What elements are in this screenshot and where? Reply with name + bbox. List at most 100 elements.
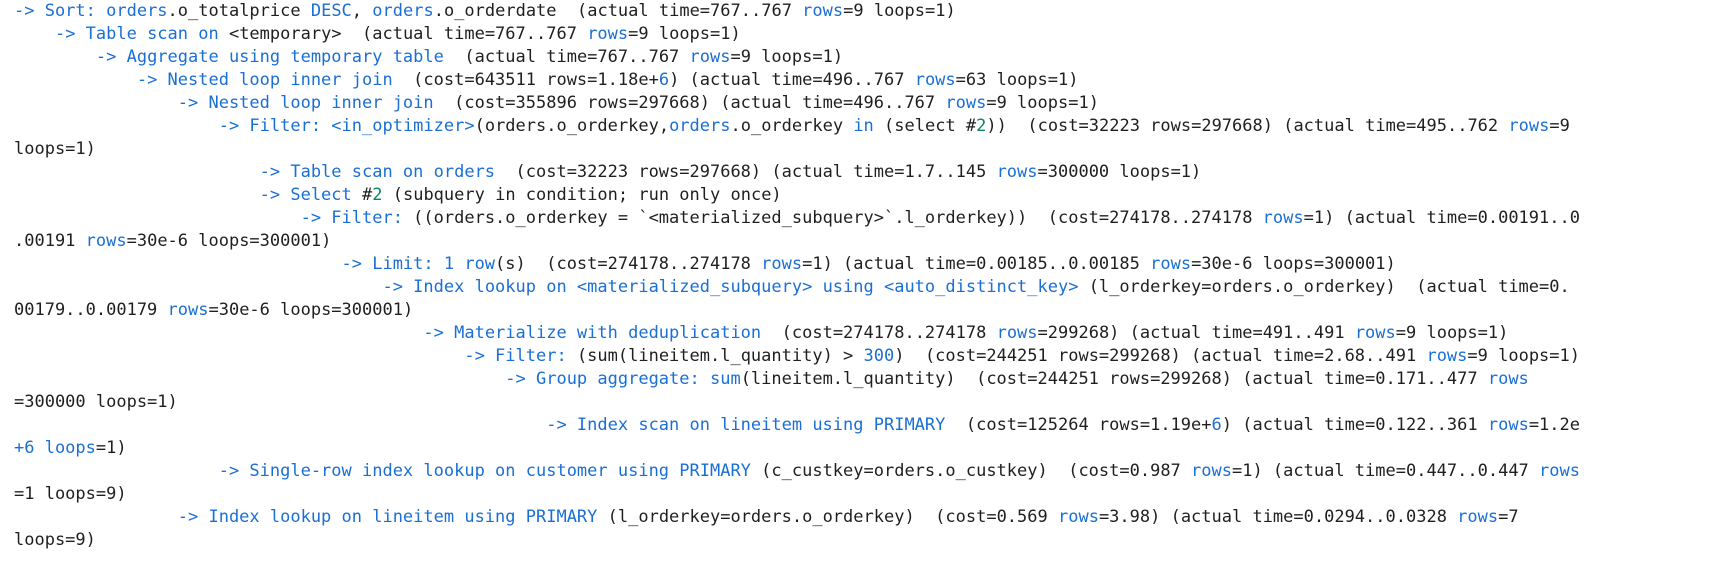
- plan-text: (c_custkey=orders.o_custkey) (cost=0.987: [750, 461, 1192, 481]
- plan-keyword: in: [853, 116, 874, 136]
- plan-keyword: rows: [996, 323, 1038, 343]
- plan-keyword: orders: [372, 1, 434, 21]
- plan-keyword: rows: [85, 231, 127, 251]
- plan-keyword: -> Filter:: [300, 208, 414, 228]
- plan-text: ,: [351, 1, 373, 21]
- plan-keyword: -> Index lookup on <materialized_subquer…: [382, 277, 1079, 297]
- plan-text: [14, 277, 382, 297]
- plan-line: 00179..0.00179 rows=30e-6 loops=300001): [14, 299, 1714, 322]
- plan-keyword: -> Filter:: [218, 116, 332, 136]
- plan-line: -> Index lookup on <materialized_subquer…: [14, 276, 1714, 299]
- plan-line: -> Filter: <in_optimizer>(orders.o_order…: [14, 115, 1714, 138]
- plan-keyword: 6: [1211, 415, 1222, 435]
- plan-text: #: [362, 185, 373, 205]
- plan-text: =9 loops=1): [628, 24, 741, 44]
- plan-keyword: rows: [167, 300, 209, 320]
- plan-keyword: -> Aggregate using temporary table: [95, 47, 444, 67]
- plan-text: [14, 507, 178, 527]
- plan-text: [14, 369, 505, 389]
- plan-text: (subquery in condition; run only once): [382, 185, 782, 205]
- plan-keyword: -> Index scan on lineitem using PRIMARY: [546, 415, 946, 435]
- plan-line: -> Limit: 1 row(s) (cost=274178..274178 …: [14, 253, 1714, 276]
- plan-text: =9: [1549, 116, 1570, 136]
- plan-line: -> Filter: ((orders.o_orderkey = `<mater…: [14, 207, 1714, 230]
- plan-text: (select #: [873, 116, 977, 136]
- plan-text: .00191: [14, 231, 86, 251]
- plan-keyword: -> Nested loop inner join: [136, 70, 393, 90]
- plan-keyword: rows: [1508, 116, 1550, 136]
- plan-text: =30e-6 loops=300001): [208, 300, 414, 320]
- plan-text: =9 loops=1): [843, 1, 956, 21]
- plan-line: =1 loops=9): [14, 483, 1714, 506]
- plan-keyword: rows: [996, 162, 1038, 182]
- plan-text: loops=9): [14, 530, 96, 550]
- plan-text: =9 loops=1): [1395, 323, 1509, 343]
- query-plan-output: -> Sort: orders.o_totalprice DESC, order…: [14, 0, 1714, 552]
- plan-line: -> Index scan on lineitem using PRIMARY …: [14, 414, 1714, 437]
- plan-text: ) (actual time=0.122..361: [1221, 415, 1488, 435]
- plan-line: -> Sort: orders.o_totalprice DESC, order…: [14, 0, 1714, 23]
- plan-line: -> Materialize with deduplication (cost=…: [14, 322, 1714, 345]
- plan-line: -> Filter: (sum(lineitem.l_quantity) > 3…: [14, 345, 1714, 368]
- plan-text: [14, 93, 178, 113]
- plan-keyword: rows: [1539, 461, 1580, 481]
- plan-keyword: rows: [1150, 254, 1192, 274]
- plan-text: [14, 461, 219, 481]
- plan-text: (actual time=767..767: [443, 47, 690, 67]
- plan-keyword: rows: [1354, 323, 1396, 343]
- plan-keyword: rows: [945, 93, 987, 113]
- plan-keyword: rows: [1191, 461, 1232, 481]
- plan-text: ((orders.o_orderkey = `<materialized_sub…: [413, 208, 1263, 228]
- plan-keyword: -> Nested loop inner join: [177, 93, 434, 113]
- plan-text: =3.98) (actual time=0.0294..0.0328: [1098, 507, 1458, 527]
- plan-text: .o_orderdate (actual time=767..767: [433, 1, 803, 21]
- plan-line: -> Select #2 (subquery in condition; run…: [14, 184, 1714, 207]
- plan-keyword: -> Filter:: [464, 346, 577, 366]
- plan-text: ) (cost=244251 rows=299268) (actual time…: [894, 346, 1427, 366]
- plan-line: -> Table scan on orders (cost=32223 rows…: [14, 161, 1714, 184]
- plan-keyword: rows: [1426, 346, 1468, 366]
- plan-text: loops=1): [14, 139, 96, 159]
- plan-text: (cost=643511 rows=1.18e+: [392, 70, 659, 90]
- plan-text: (sum(lineitem.l_quantity) >: [576, 346, 864, 366]
- plan-keyword: rows: [761, 254, 803, 274]
- plan-text: =9 loops=1): [1467, 346, 1580, 366]
- plan-text: [14, 24, 55, 44]
- plan-text: [14, 415, 546, 435]
- plan-text: =1) (actual time=0.00191..0: [1303, 208, 1580, 228]
- plan-text: .o_orderkey: [730, 116, 854, 136]
- plan-line: +6 loops=1): [14, 437, 1714, 460]
- plan-text: 00179..0.00179: [14, 300, 168, 320]
- plan-line: -> Table scan on <temporary> (actual tim…: [14, 23, 1714, 46]
- plan-line: -> Single-row index lookup on customer u…: [14, 460, 1714, 483]
- plan-keyword: rows: [1057, 507, 1099, 527]
- plan-keyword: -> Materialize with deduplication: [423, 323, 762, 343]
- plan-keyword: -> Table scan on: [54, 24, 229, 44]
- plan-text: =9 loops=1): [986, 93, 1099, 113]
- plan-text: =30e-6 loops=300001): [126, 231, 332, 251]
- plan-keyword: -> Index lookup on lineitem using PRIMAR…: [177, 507, 598, 527]
- plan-text: =30e-6 loops=300001): [1191, 254, 1396, 274]
- plan-text: [14, 162, 260, 182]
- plan-keyword: +6 loops: [14, 438, 96, 458]
- plan-keyword: 6: [658, 70, 670, 90]
- plan-text: =1) (actual time=0.447..0.447: [1231, 461, 1540, 481]
- plan-keyword: 300: [863, 346, 895, 366]
- plan-text: =1 loops=9): [14, 484, 127, 504]
- plan-keyword: rows: [1457, 507, 1499, 527]
- plan-text: =9 loops=1): [730, 47, 844, 67]
- plan-line: -> Nested loop inner join (cost=643511 r…: [14, 69, 1714, 92]
- plan-keyword: -> Table scan on orders: [259, 162, 496, 182]
- plan-keyword: rows: [914, 70, 956, 90]
- plan-text: [14, 70, 137, 90]
- plan-text: =300000 loops=1): [14, 392, 178, 412]
- plan-line: .00191 rows=30e-6 loops=300001): [14, 230, 1714, 253]
- plan-text: =63 loops=1): [955, 70, 1079, 90]
- plan-number: 2: [372, 185, 383, 205]
- plan-keyword: <in_optimizer>: [331, 116, 475, 136]
- plan-line: -> Group aggregate: sum(lineitem.l_quant…: [14, 368, 1714, 391]
- plan-text: (s) (cost=274178..274178: [495, 254, 762, 274]
- plan-text: [14, 116, 219, 136]
- plan-text: [14, 185, 260, 205]
- plan-text: (cost=125264 rows=1.19e+: [945, 415, 1212, 435]
